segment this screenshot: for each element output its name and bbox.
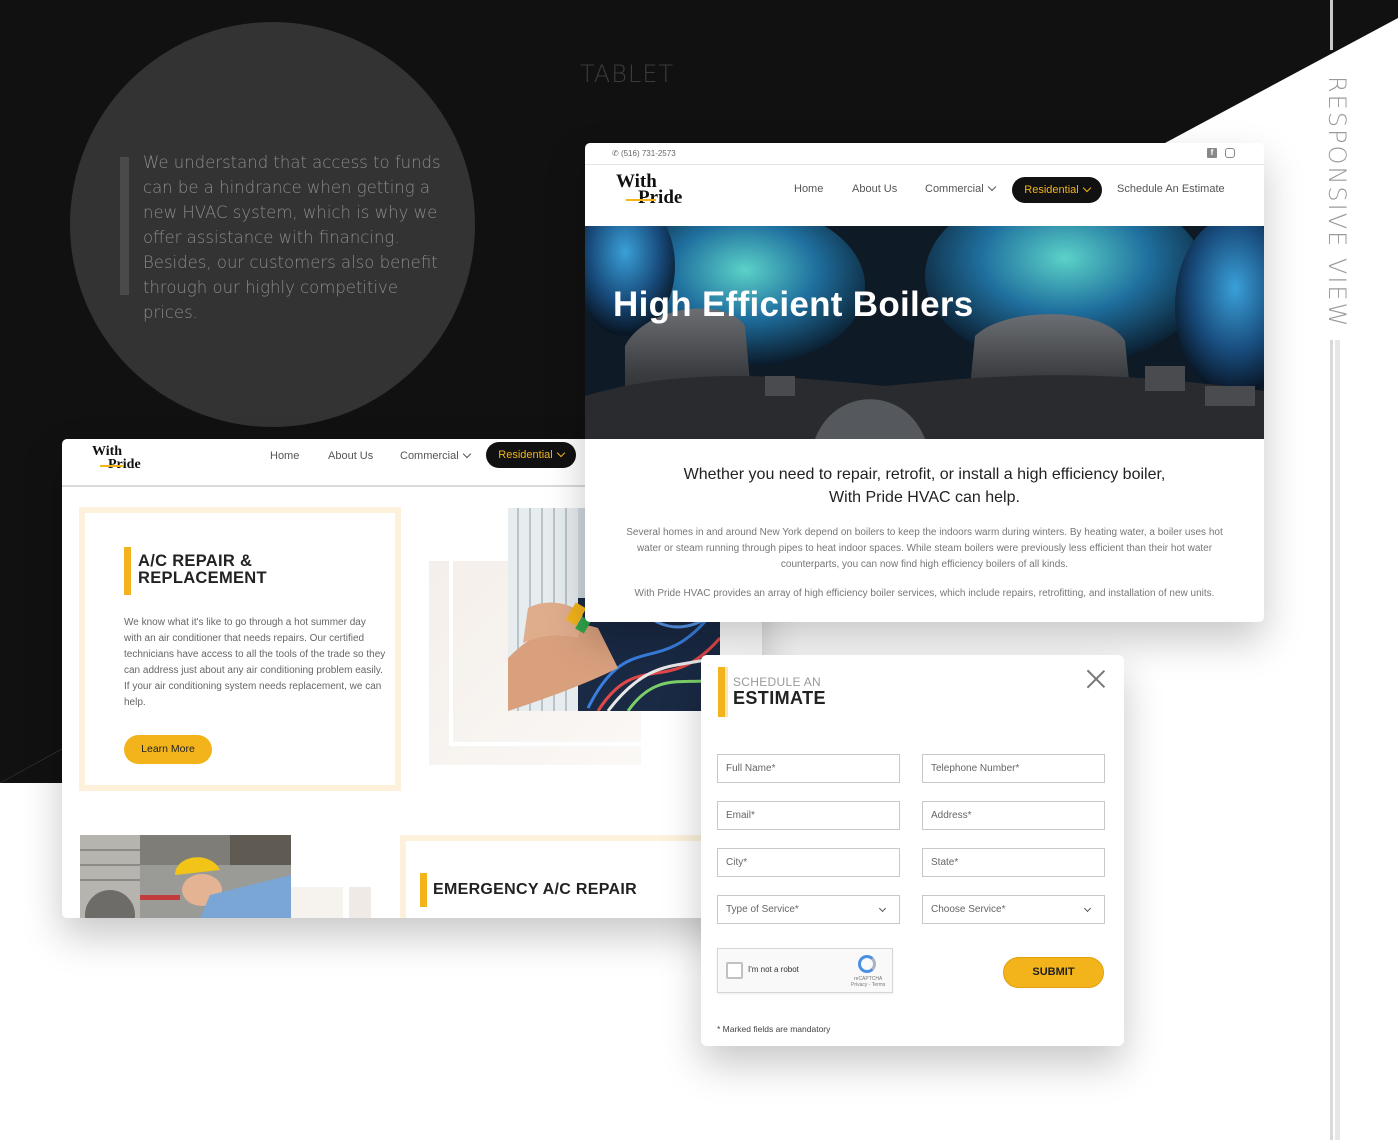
card-accent-bar [420,873,427,907]
hero-banner: High Efficient Boilers [585,226,1264,439]
responsive-divider-top [1330,0,1333,50]
photo-backdrop-tiles [291,887,371,918]
close-icon[interactable] [1086,669,1106,689]
quote-text: We understand that access to funds can b… [143,153,441,322]
nav-home[interactable]: Home [270,450,299,462]
tablet-mockup-boilers: ✆ (516) 731-2573 f With Pride Home About… [585,143,1264,622]
responsive-divider-bottom [1330,340,1340,1140]
submit-button[interactable]: SUBMIT [1003,957,1104,988]
schedule-estimate-modal: SCHEDULE AN ESTIMATE Full Name* Telephon… [701,655,1124,1046]
learn-more-button[interactable]: Learn More [124,735,212,764]
quote-accent-bar [120,157,129,295]
city-field[interactable]: City* [717,848,900,877]
email-field[interactable]: Email* [717,801,900,830]
facebook-icon[interactable]: f [1207,148,1217,158]
emergency-repair-card: EMERGENCY A/C REPAIR [400,835,740,918]
hero-title: High Efficient Boilers [613,285,974,324]
recaptcha-brand: reCAPTCHA Privacy - Terms [851,976,886,988]
address-field[interactable]: Address* [922,801,1105,830]
nav-commercial[interactable]: Commercial [400,449,471,462]
nav-home[interactable]: Home [794,183,823,195]
nav-residential[interactable]: Residential [486,442,576,468]
recaptcha-checkbox[interactable] [726,962,743,979]
full-name-field[interactable]: Full Name* [717,754,900,783]
nav-residential[interactable]: Residential [1012,177,1102,203]
state-field[interactable]: State* [922,848,1105,877]
logo[interactable]: With Pride [616,172,682,207]
section-paragraph-2: With Pride HVAC provides an array of hig… [634,588,1215,599]
card-body: We know what it's like to go through a h… [124,617,386,708]
tablet-label: TABLET [580,60,675,88]
nav-commercial[interactable]: Commercial [925,182,996,195]
phone-number[interactable]: ✆ (516) 731-2573 [612,149,676,158]
instagram-icon[interactable] [1225,148,1235,158]
nav-about[interactable]: About Us [328,450,373,462]
chevron-down-icon [1082,183,1091,193]
chevron-down-icon [1083,904,1092,913]
mandatory-note: * Marked fields are mandatory [717,1024,831,1034]
type-of-service-select[interactable]: Type of Service* [717,895,900,924]
choose-service-select[interactable]: Choose Service* [922,895,1105,924]
telephone-field[interactable]: Telephone Number* [922,754,1105,783]
logo[interactable]: With Pride [92,445,141,472]
recaptcha-widget: I'm not a robot reCAPTCHA Privacy - Term… [717,948,893,993]
card-title: EMERGENCY A/C REPAIR [433,881,637,898]
technician-photo [80,835,291,918]
nav-schedule-estimate[interactable]: Schedule An Estimate [1117,183,1225,195]
form-accent-bar-light [725,667,728,717]
section-paragraph-1: Several homes in and around New York dep… [626,527,1223,570]
responsive-view-label: RESPONSIVE VIEW [1323,76,1351,329]
chevron-down-icon [987,182,996,192]
phone-icon: ✆ [612,149,619,158]
top-bar: ✆ (516) 731-2573 f [585,143,1264,165]
section-heading: Whether you need to repair, retrofit, or… [683,466,1166,506]
card-accent-bar [124,547,131,595]
card-title: A/C REPAIR & REPLACEMENT [138,552,267,587]
ac-repair-card: A/C REPAIR & REPLACEMENT We know what it… [79,507,401,791]
form-accent-bar [718,667,725,717]
form-subtitle: SCHEDULE AN [733,675,821,689]
recaptcha-icon [858,955,876,973]
form-title: ESTIMATE [733,688,826,708]
nav-about[interactable]: About Us [852,183,897,195]
chevron-down-icon [878,904,887,913]
recaptcha-label: I'm not a robot [748,965,799,974]
boiler-photo [585,226,1264,439]
chevron-down-icon [556,448,565,458]
chevron-down-icon [462,449,471,459]
